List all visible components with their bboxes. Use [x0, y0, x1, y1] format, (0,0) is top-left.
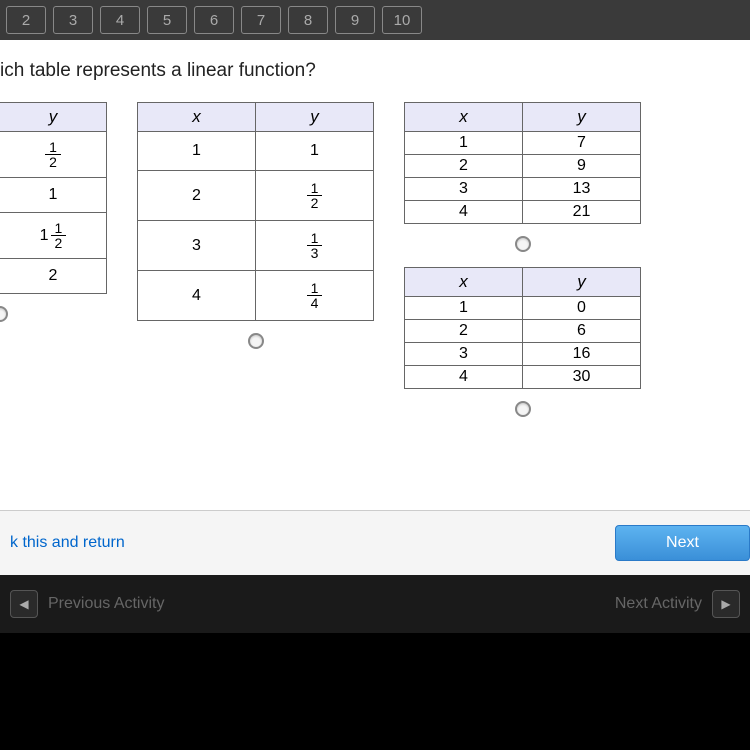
cell-x: 4: [405, 201, 523, 224]
cell-y: 21: [523, 201, 641, 224]
th-y: y: [0, 103, 107, 132]
cell-x: 2: [405, 155, 523, 178]
th-y: y: [256, 103, 374, 132]
cell-y: 1: [256, 132, 374, 171]
cell-y: 2: [0, 259, 107, 294]
right-column: xy 17 29 313 421 xy 10 26 316 430: [404, 102, 641, 417]
nav-item-7[interactable]: 7: [241, 6, 281, 34]
option-a: xy 112 21 3112 42: [0, 102, 107, 322]
cell-y: 16: [523, 343, 641, 366]
mark-return-link[interactable]: k this and return: [10, 534, 125, 552]
cell-y: 112: [0, 213, 107, 259]
cell-x: 2: [138, 171, 256, 221]
nav-item-8[interactable]: 8: [288, 6, 328, 34]
th-x: x: [405, 103, 523, 132]
cell-y: 13: [256, 221, 374, 271]
nav-item-3[interactable]: 3: [53, 6, 93, 34]
cell-x: 1: [405, 297, 523, 320]
option-b: xy 11 212 313 414: [137, 102, 374, 349]
option-c: xy 17 29 313 421: [404, 102, 641, 252]
option-d: xy 10 26 316 430: [404, 267, 641, 417]
cell-y: 13: [523, 178, 641, 201]
radio-option-d[interactable]: [515, 401, 531, 417]
radio-option-b[interactable]: [248, 333, 264, 349]
cell-x: 3: [405, 343, 523, 366]
previous-activity[interactable]: ◀ Previous Activity: [10, 590, 164, 618]
question-nav: 2 3 4 5 6 7 8 9 10: [0, 0, 750, 40]
chevron-right-icon: ▶: [712, 590, 740, 618]
activity-footer: ◀ Previous Activity Next Activity ▶: [0, 575, 750, 633]
th-y: y: [523, 268, 641, 297]
radio-option-c[interactable]: [515, 236, 531, 252]
cell-y: 12: [0, 132, 107, 178]
cell-x: 3: [138, 221, 256, 271]
question-text: ich table represents a linear function?: [0, 60, 750, 82]
cell-y: 30: [523, 366, 641, 389]
nav-item-9[interactable]: 9: [335, 6, 375, 34]
cell-y: 1: [0, 178, 107, 213]
cell-x: 1: [138, 132, 256, 171]
previous-activity-label: Previous Activity: [48, 595, 164, 613]
th-x: x: [138, 103, 256, 132]
cell-y: 12: [256, 171, 374, 221]
table-b: xy 11 212 313 414: [137, 102, 374, 321]
cell-y: 14: [256, 271, 374, 321]
nav-item-4[interactable]: 4: [100, 6, 140, 34]
cell-y: 0: [523, 297, 641, 320]
th-y: y: [523, 103, 641, 132]
th-x: x: [405, 268, 523, 297]
cell-y: 7: [523, 132, 641, 155]
nav-item-5[interactable]: 5: [147, 6, 187, 34]
cell-x: 4: [138, 271, 256, 321]
table-a: xy 112 21 3112 42: [0, 102, 107, 294]
nav-item-2[interactable]: 2: [6, 6, 46, 34]
quiz-footer: k this and return Next: [0, 510, 750, 575]
cell-x: 4: [405, 366, 523, 389]
nav-item-6[interactable]: 6: [194, 6, 234, 34]
chevron-left-icon: ◀: [10, 590, 38, 618]
cell-x: 1: [405, 132, 523, 155]
cell-x: 3: [405, 178, 523, 201]
next-activity-label: Next Activity: [615, 595, 702, 613]
radio-option-a[interactable]: [0, 306, 8, 322]
next-activity[interactable]: Next Activity ▶: [615, 590, 740, 618]
cell-y: 9: [523, 155, 641, 178]
table-d: xy 10 26 316 430: [404, 267, 641, 389]
cell-x: 2: [405, 320, 523, 343]
table-c: xy 17 29 313 421: [404, 102, 641, 224]
cell-y: 6: [523, 320, 641, 343]
next-button[interactable]: Next: [615, 525, 750, 561]
nav-item-10[interactable]: 10: [382, 6, 422, 34]
content-area: ich table represents a linear function? …: [0, 40, 750, 510]
options-row: xy 112 21 3112 42 xy 11 212 313 414 xy: [0, 102, 750, 417]
